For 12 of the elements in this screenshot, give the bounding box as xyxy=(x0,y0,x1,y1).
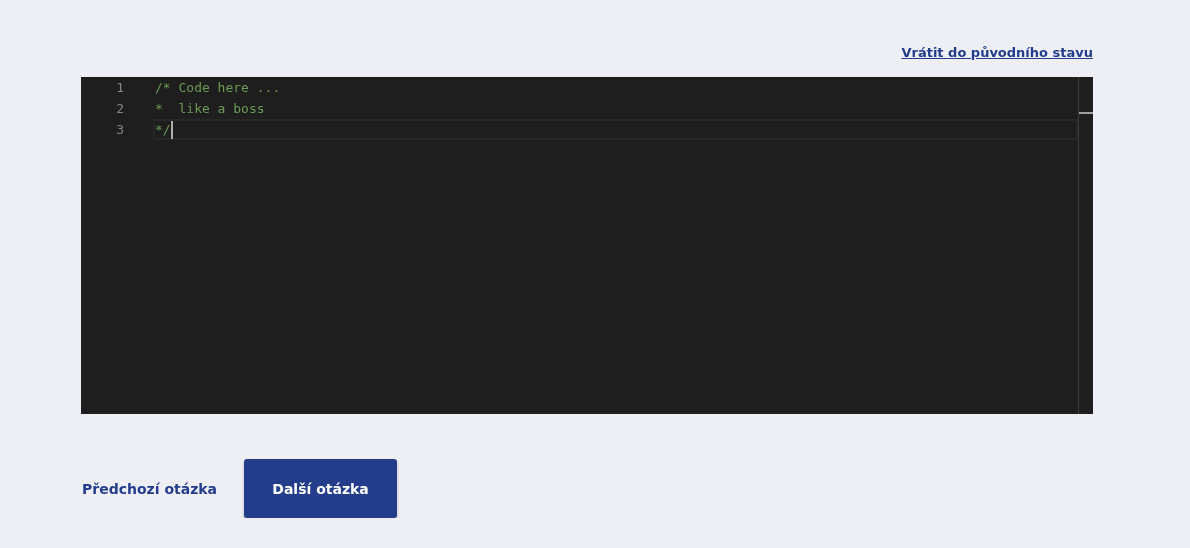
next-question-button[interactable]: Další otázka xyxy=(244,459,398,518)
line-number: 2 xyxy=(115,100,124,118)
ruler-mark xyxy=(1079,112,1093,114)
code-text: * like a boss xyxy=(155,100,265,117)
code-text: */ xyxy=(155,121,171,138)
reset-link[interactable]: Vrátit do původního stavu xyxy=(901,44,1093,61)
line-number: 3 xyxy=(115,121,124,139)
line-number: 1 xyxy=(115,79,124,97)
code-text: /* Code here ... xyxy=(155,79,281,96)
text-cursor xyxy=(170,120,173,139)
code-editor[interactable]: 1 /* Code here ... 2 * like a boss 3 */ xyxy=(81,77,1093,414)
previous-question-link[interactable]: Předchozí otázka xyxy=(82,480,218,497)
